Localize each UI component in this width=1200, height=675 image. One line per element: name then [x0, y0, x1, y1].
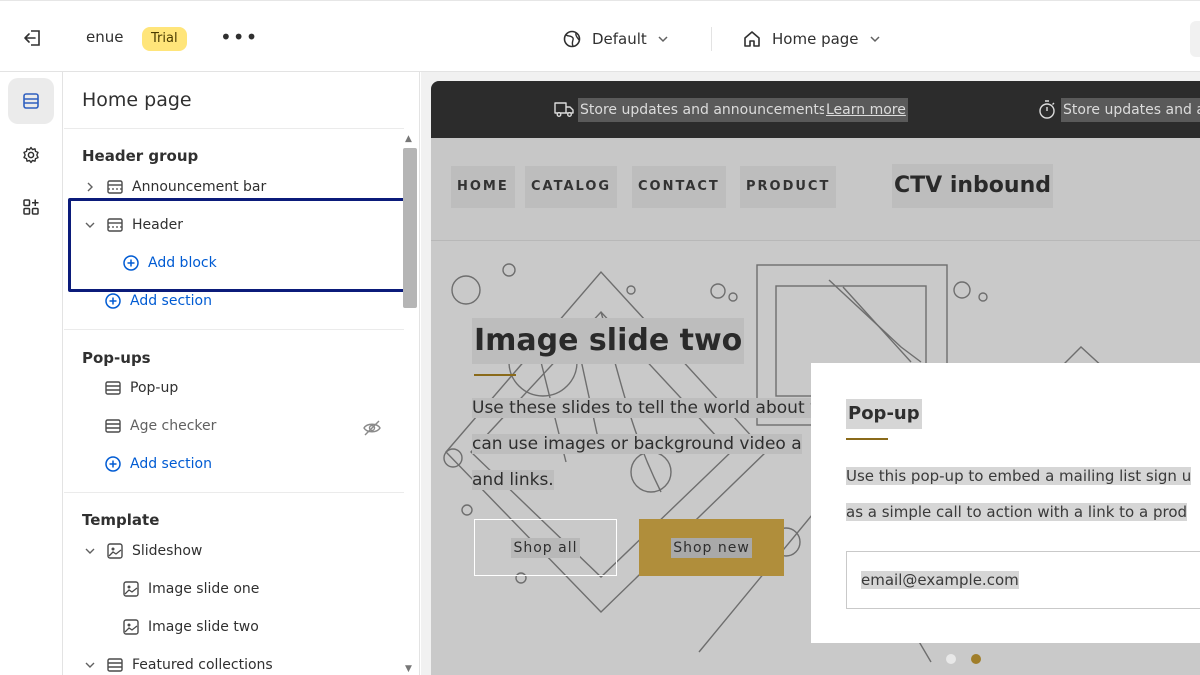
section-label: Slideshow [132, 543, 203, 559]
slide-text-line: Use these slides to tell the world about… [472, 398, 821, 418]
shop-new-button[interactable]: Shop new [639, 519, 784, 576]
slide-text: Use these slides to tell the world about… [472, 390, 852, 498]
popup-text-line: Use this pop-up to embed a mailing list … [846, 467, 1192, 485]
block-label: Image slide two [148, 619, 259, 635]
header-group-title: Header group [82, 147, 199, 165]
divider [64, 492, 404, 493]
block-image-slide-two[interactable]: Image slide two [122, 612, 259, 642]
chevron-down-icon [658, 36, 668, 43]
popups-group-title: Pop-ups [82, 349, 151, 367]
chevron-down-icon [870, 36, 880, 43]
template-group-title: Template [82, 511, 160, 529]
save-button-edge[interactable] [1190, 21, 1200, 57]
section-layout-icon [105, 381, 121, 395]
section-layout-icon [107, 180, 123, 194]
scroll-down-arrow-icon[interactable]: ▼ [405, 664, 412, 674]
nav-link-contact[interactable]: CONTACT [632, 166, 726, 208]
gear-icon [23, 146, 39, 164]
plus-circle-icon [105, 456, 121, 472]
home-icon [744, 31, 760, 47]
chevron-right-icon[interactable] [85, 182, 95, 192]
section-label: Age checker [130, 418, 217, 434]
section-label: Featured collections [132, 657, 273, 673]
theme-label: Default [592, 30, 647, 48]
divider [64, 128, 404, 129]
email-field[interactable]: email@example.com [846, 551, 1200, 609]
sections-sidebar: Home page Header group Announcement bar … [64, 72, 420, 675]
nav-link-product[interactable]: PRODUCT [740, 166, 837, 208]
settings-rail-button[interactable] [8, 132, 54, 178]
slide-dot-1[interactable] [946, 654, 956, 664]
divider [711, 27, 712, 51]
email-value: email@example.com [861, 571, 1019, 589]
icon-rail [0, 72, 63, 675]
chevron-down-icon[interactable] [85, 660, 95, 670]
divider [64, 329, 404, 330]
theme-selector[interactable]: Default [562, 25, 669, 53]
button-label: Shop all [511, 537, 580, 558]
slide-text-line: can use images or background video a [472, 434, 802, 454]
top-bar: enue Trial ••• Default Home page [0, 0, 1200, 72]
chevron-down-icon[interactable] [85, 546, 95, 556]
section-age-checker[interactable]: Age checker [104, 411, 216, 441]
sections-icon [23, 93, 39, 109]
store-brand[interactable]: CTV inbound [892, 164, 1053, 208]
announcement-text: Store updates and announcements [578, 98, 829, 122]
store-preview[interactable]: Store updates and announcements Learn mo… [431, 81, 1200, 675]
sections-rail-button[interactable] [8, 78, 54, 124]
button-label: Shop new [671, 537, 752, 558]
eye-off-icon[interactable] [362, 418, 382, 438]
store-name: enue [86, 28, 124, 46]
more-actions-button[interactable]: ••• [220, 25, 257, 53]
section-featured-collections[interactable]: Featured collections [82, 650, 273, 675]
slide-text-line: and links. [472, 470, 554, 490]
apps-rail-button[interactable] [8, 184, 54, 230]
add-section-label: Add section [130, 293, 212, 309]
stopwatch-icon [1039, 100, 1055, 119]
section-label: Announcement bar [132, 179, 267, 195]
pop-up-preview[interactable]: Pop-up Use this pop-up to embed a mailin… [811, 363, 1200, 643]
slideshow-icon [107, 543, 123, 559]
add-section-label: Add section [130, 456, 212, 472]
section-layout-icon [107, 658, 123, 672]
nav-link-catalog[interactable]: CATALOG [525, 166, 618, 208]
sidebar-title: Home page [82, 89, 192, 111]
heading-accent-rule [474, 374, 516, 376]
truck-icon [554, 102, 574, 117]
popup-text-line: as a simple call to action with a link t… [846, 503, 1188, 521]
exit-icon[interactable] [22, 27, 44, 49]
page-selector[interactable]: Home page [742, 25, 881, 53]
announcement-bar-preview[interactable]: Store updates and announcements Learn mo… [431, 81, 1200, 138]
block-label: Image slide one [148, 581, 260, 597]
slide-heading: Image slide two [472, 318, 745, 364]
popup-heading: Pop-up [846, 399, 922, 429]
header-preview[interactable]: HOME CATALOG CONTACT PRODUCT CTV inbound [431, 138, 1200, 241]
slide-dot-2-active[interactable] [971, 654, 981, 664]
section-slideshow[interactable]: Slideshow [82, 536, 202, 566]
add-section-button[interactable]: Add section [104, 449, 212, 479]
announcement-link[interactable]: Learn more [824, 98, 908, 122]
trial-badge: Trial [142, 27, 187, 51]
block-image-slide-one[interactable]: Image slide one [122, 574, 259, 604]
popup-accent-rule [846, 438, 888, 440]
image-icon [123, 581, 139, 597]
highlight-annotation [68, 198, 413, 292]
add-section-button[interactable]: Add section [104, 286, 212, 316]
plus-circle-icon [105, 293, 121, 309]
section-label: Pop-up [130, 380, 179, 396]
globe-icon [563, 30, 581, 48]
scroll-up-arrow-icon[interactable]: ▲ [405, 134, 412, 144]
apps-icon [23, 199, 39, 215]
section-pop-up[interactable]: Pop-up [104, 373, 178, 403]
section-layout-icon [105, 419, 121, 433]
scrollbar-thumb[interactable] [403, 148, 417, 308]
nav-link-home[interactable]: HOME [451, 166, 515, 208]
announcement-text-repeat: Store updates and a [1061, 98, 1200, 122]
page-label: Home page [772, 30, 859, 48]
image-icon [123, 619, 139, 635]
shop-all-button[interactable]: Shop all [474, 519, 617, 576]
popup-text: Use this pop-up to embed a mailing list … [846, 458, 1200, 530]
